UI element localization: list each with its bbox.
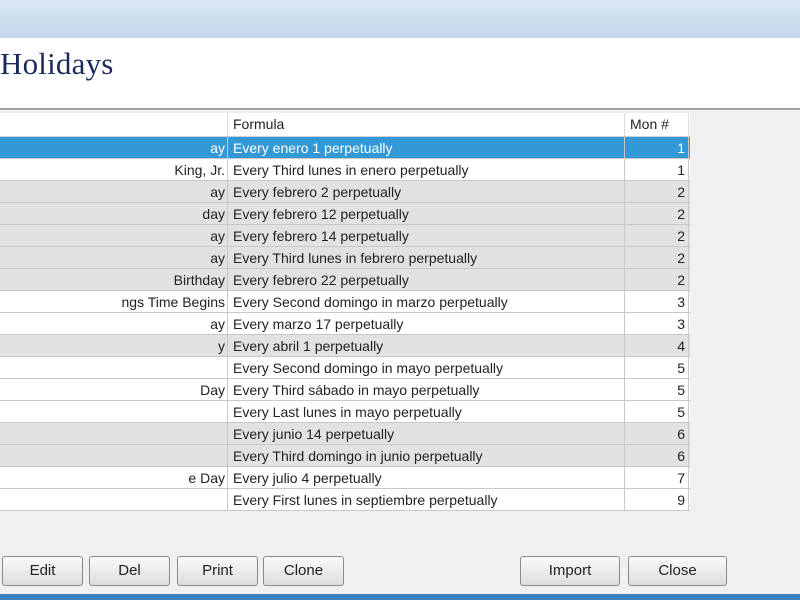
cell-formula: Every First lunes in septiembre perpetua… [228, 489, 625, 510]
column-header-name[interactable] [0, 113, 228, 136]
cell-mon: 6 [625, 423, 689, 444]
cell-mon: 3 [625, 313, 689, 334]
table-row[interactable]: Day Every Third sábado in mayo perpetual… [0, 379, 690, 401]
header-panel: Holidays [0, 38, 800, 108]
cell-formula: Every febrero 2 perpetually [228, 181, 625, 202]
cell-name [0, 489, 228, 510]
cell-mon: 9 [625, 489, 689, 510]
cell-name: ay [0, 247, 228, 268]
cell-name: King, Jr. [0, 159, 228, 180]
cell-name: e Day [0, 467, 228, 488]
cell-mon: 2 [625, 269, 689, 290]
cell-mon: 5 [625, 357, 689, 378]
cell-mon: 2 [625, 225, 689, 246]
cell-formula: Every Last lunes in mayo perpetually [228, 401, 625, 422]
cell-name: day [0, 203, 228, 224]
column-header-mon[interactable]: Mon # [625, 113, 689, 136]
table-row[interactable]: y Every abril 1 perpetually 4 [0, 335, 690, 357]
cell-formula: Every febrero 12 perpetually [228, 203, 625, 224]
cell-mon: 2 [625, 247, 689, 268]
cell-name: Birthday [0, 269, 228, 290]
table-row[interactable]: Every First lunes in septiembre perpetua… [0, 489, 690, 511]
table-row[interactable]: Every junio 14 perpetually 6 [0, 423, 690, 445]
cell-formula: Every abril 1 perpetually [228, 335, 625, 356]
cell-mon: 3 [625, 291, 689, 312]
cell-formula: Every junio 14 perpetually [228, 423, 625, 444]
table-row[interactable]: ngs Time Begins Every Second domingo in … [0, 291, 690, 313]
page-title: Holidays [0, 46, 114, 81]
cell-mon: 5 [625, 379, 689, 400]
close-button[interactable]: Close [628, 556, 727, 586]
cell-name: ay [0, 313, 228, 334]
cell-mon: 7 [625, 467, 689, 488]
cell-name: ay [0, 181, 228, 202]
table-row[interactable]: ay Every marzo 17 perpetually 3 [0, 313, 690, 335]
cell-mon: 2 [625, 203, 689, 224]
cell-mon: 6 [625, 445, 689, 466]
del-button[interactable]: Del [89, 556, 170, 586]
cell-formula: Every Second domingo in mayo perpetually [228, 357, 625, 378]
cell-formula: Every febrero 22 perpetually [228, 269, 625, 290]
table-row[interactable]: Every Third domingo in junio perpetually… [0, 445, 690, 467]
table-row[interactable]: ay Every Third lunes in febrero perpetua… [0, 247, 690, 269]
table-row[interactable]: King, Jr. Every Third lunes in enero per… [0, 159, 690, 181]
cell-mon: 5 [625, 401, 689, 422]
cell-mon: 4 [625, 335, 689, 356]
cell-name [0, 357, 228, 378]
cell-name: ngs Time Begins [0, 291, 228, 312]
window-titlebar[interactable] [0, 0, 800, 39]
table-row[interactable]: Every Second domingo in mayo perpetually… [0, 357, 690, 379]
cell-name [0, 423, 228, 444]
grid-header: Formula Mon # [0, 113, 690, 137]
cell-formula: Every Third lunes in enero perpetually [228, 159, 625, 180]
header-divider [0, 108, 800, 111]
cell-formula: Every enero 1 perpetually [228, 137, 625, 158]
cell-name [0, 401, 228, 422]
table-row[interactable]: ay Every enero 1 perpetually 1 [0, 137, 690, 159]
cell-name: y [0, 335, 228, 356]
table-row[interactable]: Every Last lunes in mayo perpetually 5 [0, 401, 690, 423]
table-row[interactable]: day Every febrero 12 perpetually 2 [0, 203, 690, 225]
cell-formula: Every Second domingo in marzo perpetuall… [228, 291, 625, 312]
table-row[interactable]: ay Every febrero 2 perpetually 2 [0, 181, 690, 203]
holidays-grid[interactable]: Formula Mon # ay Every enero 1 perpetual… [0, 113, 690, 511]
cell-formula: Every julio 4 perpetually [228, 467, 625, 488]
cell-formula: Every Third lunes in febrero perpetually [228, 247, 625, 268]
table-row[interactable]: ay Every febrero 14 perpetually 2 [0, 225, 690, 247]
clone-button[interactable]: Clone [263, 556, 344, 586]
cell-formula: Every marzo 17 perpetually [228, 313, 625, 334]
edit-button[interactable]: Edit [2, 556, 83, 586]
cell-mon: 1 [625, 137, 689, 158]
cell-name [0, 445, 228, 466]
cell-mon: 1 [625, 159, 689, 180]
cell-mon: 2 [625, 181, 689, 202]
cell-name: ay [0, 137, 228, 158]
cell-formula: Every Third sábado in mayo perpetually [228, 379, 625, 400]
print-button[interactable]: Print [177, 556, 258, 586]
import-button[interactable]: Import [520, 556, 620, 586]
cell-formula: Every febrero 14 perpetually [228, 225, 625, 246]
column-header-formula[interactable]: Formula [228, 113, 625, 136]
table-row[interactable]: Birthday Every febrero 22 perpetually 2 [0, 269, 690, 291]
window-bottom-edge [0, 594, 800, 600]
cell-name: ay [0, 225, 228, 246]
table-row[interactable]: e Day Every julio 4 perpetually 7 [0, 467, 690, 489]
cell-formula: Every Third domingo in junio perpetually [228, 445, 625, 466]
cell-name: Day [0, 379, 228, 400]
